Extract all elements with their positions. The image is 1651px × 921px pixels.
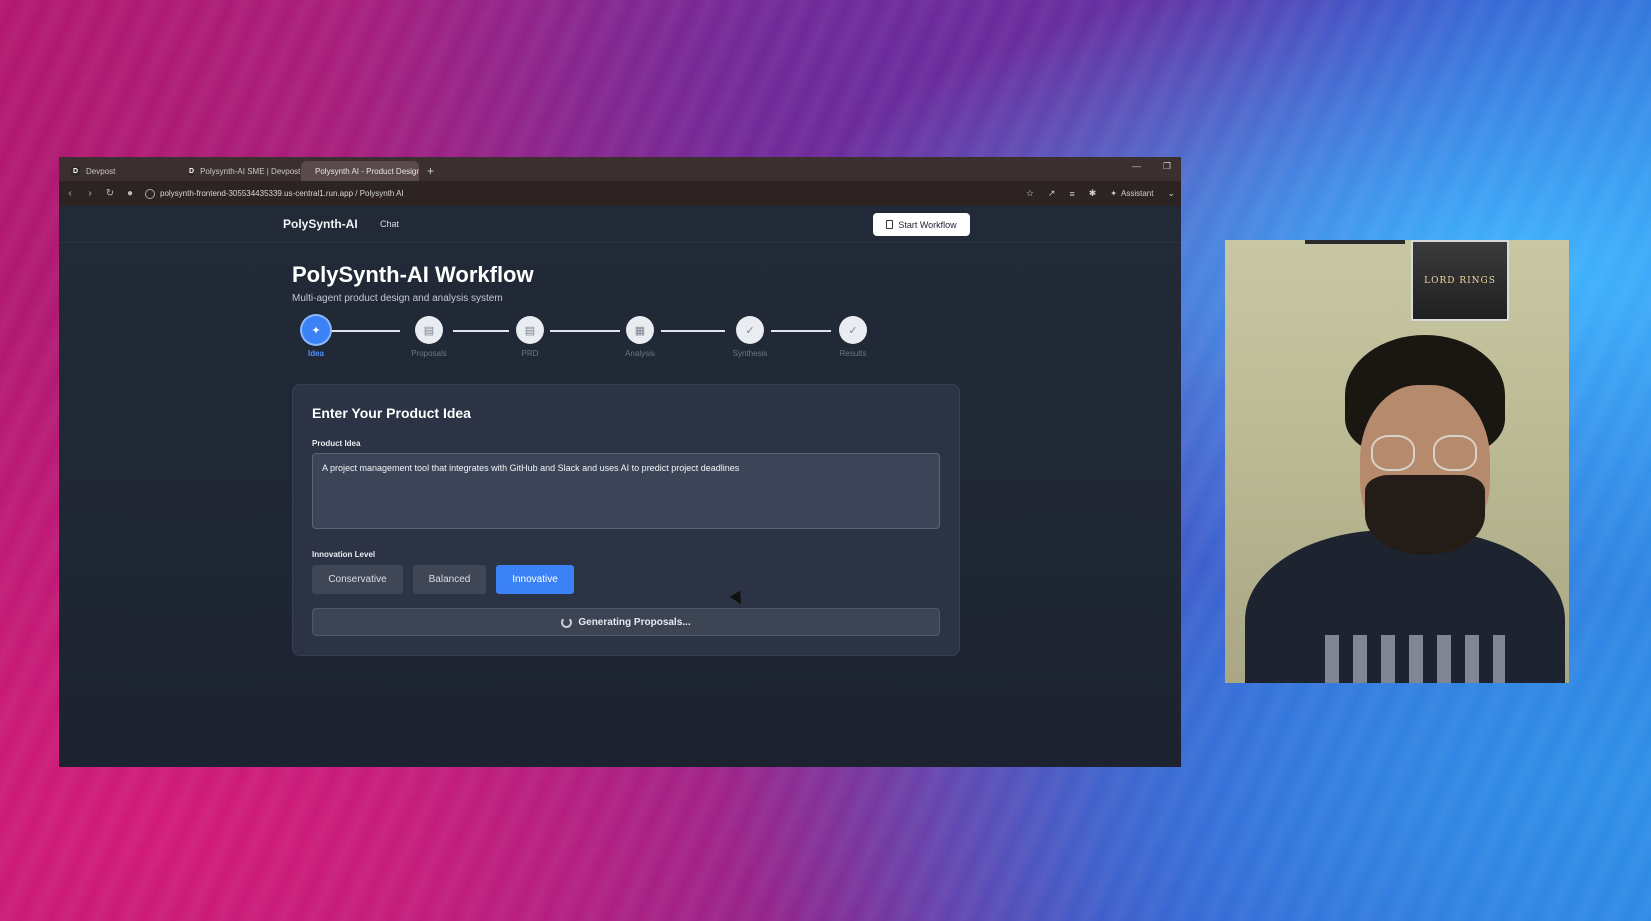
step-label: Idea	[307, 349, 324, 358]
step-prd[interactable]: ▤ PRD	[500, 316, 560, 358]
reload-icon[interactable]: ↻	[105, 188, 115, 199]
step-label: PRD	[521, 349, 539, 358]
product-idea-input[interactable]: A project management tool that integrate…	[312, 453, 940, 529]
app-header: PolySynth-AI Chat Start Workflow	[59, 206, 1181, 243]
share-icon[interactable]: ↗	[1048, 188, 1056, 199]
address-bar: ‹ › ↻ ● polysynth-frontend-305534435339.…	[59, 181, 1181, 206]
document-icon: ▤	[516, 316, 544, 344]
poster-title: LORD RINGS	[1424, 275, 1496, 286]
step-connector	[771, 330, 831, 332]
innovative-button[interactable]: Innovative	[496, 565, 574, 594]
assistant-button[interactable]: ✦ Assistant	[1110, 189, 1153, 198]
devpost-favicon-icon: D	[189, 166, 195, 176]
wall-frame-edge	[1305, 240, 1405, 244]
step-label: Synthesis	[732, 349, 768, 358]
maximize-icon[interactable]: ❐	[1163, 161, 1171, 172]
url-text: polysynth-frontend-305534435339.us-centr…	[160, 189, 404, 198]
tab-label: Devpost	[86, 166, 116, 176]
innovation-level-label: Innovation Level	[312, 550, 376, 559]
assistant-label: Assistant	[1120, 189, 1154, 198]
window-controls: — ❐	[1132, 161, 1171, 172]
step-results[interactable]: ✓ Results	[823, 316, 883, 358]
tab-label: Polysynth AI - Product Design	[315, 166, 419, 176]
brand-logo[interactable]: PolySynth-AI	[283, 217, 358, 231]
step-proposals[interactable]: ▤ Proposals	[399, 316, 459, 358]
check-circle-icon: ✓	[839, 316, 867, 344]
document-icon: ▤	[415, 316, 443, 344]
glasses-right-lens	[1433, 435, 1477, 471]
menu-lines-icon[interactable]: ≡	[1069, 189, 1074, 199]
nav-chat-link[interactable]: Chat	[380, 219, 399, 229]
tab-devpost[interactable]: D Devpost	[63, 161, 181, 181]
step-connector	[661, 330, 725, 332]
webcam-overlay: LORD RINGS	[1225, 240, 1569, 683]
star-icon[interactable]: ☆	[1026, 188, 1034, 199]
forward-arrow-icon[interactable]: ›	[85, 188, 95, 199]
devpost-favicon-icon: D	[71, 166, 80, 176]
assistant-icon: ✦	[1110, 189, 1117, 198]
product-idea-label: Product Idea	[312, 439, 361, 448]
balanced-button[interactable]: Balanced	[413, 565, 486, 594]
tab-polysynth-devpost[interactable]: D Polysynth-AI SME | Devpost	[181, 161, 301, 181]
start-workflow-button[interactable]: Start Workflow	[873, 213, 970, 236]
workflow-stepper: ✦ Idea ▤ Proposals ▤ PRD ▦ Analysis ✓ Sy…	[292, 316, 892, 366]
card-title: Enter Your Product Idea	[312, 405, 471, 421]
extensions-icon[interactable]: ✱	[1089, 188, 1097, 199]
generate-proposals-button[interactable]: Generating Proposals...	[312, 608, 940, 636]
url-field[interactable]: polysynth-frontend-305534435339.us-centr…	[145, 188, 1016, 199]
back-arrow-icon[interactable]: ‹	[65, 188, 75, 199]
generate-label: Generating Proposals...	[578, 616, 691, 628]
bar-chart-icon: ▦	[626, 316, 654, 344]
new-tab-plus-icon[interactable]: +	[419, 161, 442, 181]
document-icon	[886, 220, 894, 229]
wall-poster: LORD RINGS	[1411, 240, 1509, 321]
idea-card: Enter Your Product Idea Product Idea A p…	[292, 384, 960, 656]
chevron-down-icon[interactable]: ⌄	[1167, 188, 1175, 199]
conservative-button[interactable]: Conservative	[312, 565, 403, 594]
minimize-icon[interactable]: —	[1132, 161, 1141, 172]
tab-label: Polysynth-AI SME | Devpost	[200, 166, 301, 176]
site-info-icon[interactable]	[145, 188, 155, 199]
step-idea[interactable]: ✦ Idea	[286, 316, 346, 358]
microphone-icon[interactable]: ●	[125, 188, 135, 199]
step-label: Analysis	[625, 349, 655, 358]
start-workflow-label: Start Workflow	[898, 219, 957, 230]
page-title: PolySynth-AI Workflow	[292, 262, 534, 287]
app-viewport: PolySynth-AI Chat Start Workflow PolySyn…	[59, 206, 1181, 767]
glasses-left-lens	[1371, 435, 1415, 471]
step-analysis[interactable]: ▦ Analysis	[610, 316, 670, 358]
tab-strip: D Devpost D Polysynth-AI SME | Devpost P…	[59, 157, 1181, 181]
step-label: Proposals	[411, 349, 447, 358]
person-beard	[1365, 475, 1485, 555]
hoodie-print	[1325, 635, 1505, 683]
spinner-icon	[561, 616, 573, 628]
sparkle-icon: ✦	[302, 316, 330, 344]
check-circle-icon: ✓	[736, 316, 764, 344]
step-label: Results	[839, 349, 867, 358]
browser-window: D Devpost D Polysynth-AI SME | Devpost P…	[59, 157, 1181, 767]
step-synthesis[interactable]: ✓ Synthesis	[720, 316, 780, 358]
tab-polysynth-app[interactable]: Polysynth AI - Product Design	[301, 161, 419, 181]
page-subtitle: Multi-agent product design and analysis …	[292, 293, 503, 304]
